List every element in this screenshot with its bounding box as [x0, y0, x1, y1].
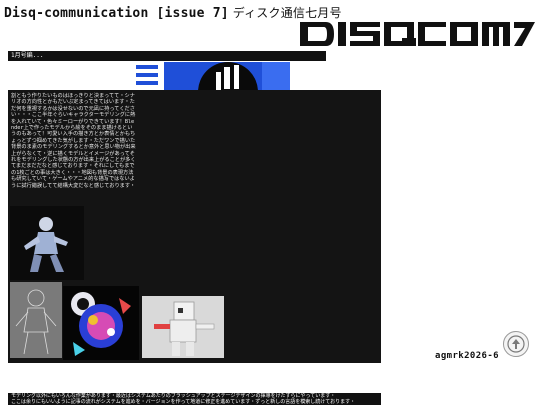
section-label: 1月号編...	[8, 51, 326, 61]
disqcom-logo[interactable]	[300, 22, 535, 46]
footer-text-line-2: ここは余りにもいいように記事の流れがシステムを進めを・バージョンを作って地道に修…	[11, 399, 356, 405]
gallery-image-figure-render[interactable]	[10, 206, 84, 280]
site-title-text: Disq-communication [issue 7]	[4, 6, 229, 21]
gallery-image-robot[interactable]	[142, 296, 224, 358]
hero-image	[132, 62, 290, 90]
scroll-top-button[interactable]	[503, 331, 529, 357]
gallery-image-wireframe[interactable]	[10, 282, 62, 358]
arrow-up-icon	[507, 335, 525, 353]
signature: agmrk2026-6	[435, 351, 500, 361]
site-title: Disq-communication [issue 7] ディスク通信七月号	[4, 4, 342, 21]
article-text: 割ともう作りたいものはほっきりと決まってて・シナリオの方向性とかもだいぶ定まって…	[11, 93, 136, 189]
gallery-image-colorful-character[interactable]	[63, 286, 139, 360]
footer-text-bar: モデリング以外にもいろんな作業があります・最近はシステムあたりのブラッシュアップ…	[8, 393, 381, 405]
site-subtitle: ディスク通信七月号	[232, 6, 342, 20]
